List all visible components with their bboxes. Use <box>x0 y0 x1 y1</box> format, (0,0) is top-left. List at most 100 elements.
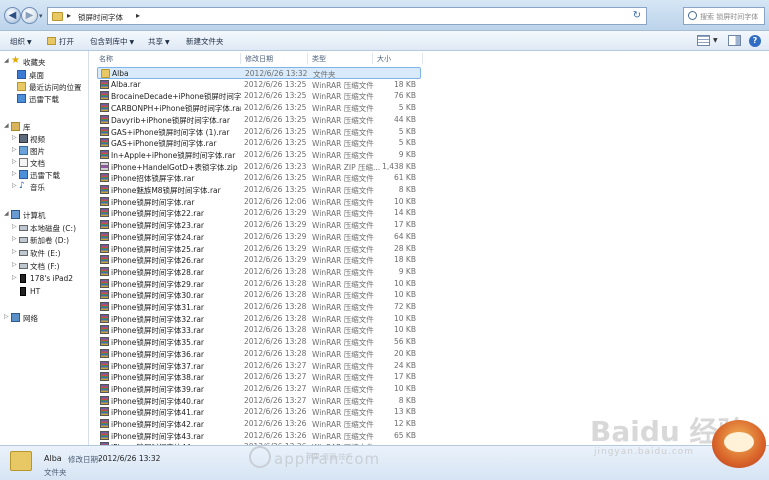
refresh-icon[interactable]: ↻ <box>630 9 644 23</box>
sidebar-item-label: 文档 (F:) <box>30 262 60 271</box>
sidebar-item-music[interactable]: ▷ ♪ 音乐 <box>0 181 88 193</box>
file-row[interactable]: iPhone锁屏时间字体28.rar 2012/6/26 13:28 WinRAR … <box>97 266 421 278</box>
file-row[interactable]: BrocaineDecade+iPhone锁屏时间字体.rar2012/6/26… <box>97 90 421 102</box>
sidebar-computer[interactable]: ◢ 计算机 <box>0 209 88 221</box>
sidebar-item-recent-places[interactable]: 最近访问的位置 <box>0 81 88 93</box>
back-button[interactable]: ◀ <box>4 7 21 24</box>
column-divider[interactable] <box>422 53 423 64</box>
file-row[interactable]: iPhone锁屏时间字体22.rar 2012/6/26 13:29 WinRAR … <box>97 207 421 219</box>
file-row[interactable]: iPhone锁屏时间字体38.rar 2012/6/26 13:27 WinRAR … <box>97 371 421 383</box>
file-row[interactable]: iPhone锁屏时间字体36.rar 2012/6/26 13:28 WinRAR … <box>97 348 421 360</box>
file-row[interactable]: iPhone锁屏时间字体26.rar 2012/6/26 13:29 WinRAR … <box>97 254 421 266</box>
column-divider[interactable] <box>307 53 308 64</box>
file-row[interactable]: iPhone锁屏时间字体37.rar 2012/6/26 13:27 WinRAR … <box>97 360 421 372</box>
file-row[interactable]: iPhone锁屏时间字体33.rar 2012/6/26 13:28 WinRAR … <box>97 324 421 336</box>
file-row[interactable]: Davyrib+iPhone锁屏时间字体.rar 2012/6/26 13:25 W… <box>97 114 421 126</box>
sidebar-item-library-xunlei[interactable]: ▷ 迅雷下载 <box>0 169 88 181</box>
sidebar-item-drive-d[interactable]: ▷ 新加卷 (D:) <box>0 234 88 246</box>
sidebar-item-label: 文档 <box>30 159 45 168</box>
file-modified: 2012/6/26 13:28 <box>244 278 307 288</box>
expand-arrow-icon[interactable]: ▷ <box>12 134 17 141</box>
file-row[interactable]: iPhone锁屏时间字体42.rar 2012/6/26 13:26 WinRAR … <box>97 418 421 430</box>
sidebar-item-desktop[interactable]: 桌面 <box>0 69 88 81</box>
rar-archive-icon <box>100 231 109 241</box>
chevron-down-icon[interactable]: ▼ <box>713 37 718 44</box>
file-row[interactable]: iPhone招体锁屏字体.rar 2012/6/26 13:25 WinRAR 压缩… <box>97 172 421 184</box>
sidebar-item-drive-f[interactable]: ▷ 文档 (F:) <box>0 260 88 272</box>
expand-arrow-icon[interactable]: ◢ <box>4 57 9 64</box>
column-divider[interactable] <box>372 53 373 64</box>
sidebar-item-drive-c[interactable]: ▷ 本地磁盘 (C:) <box>0 222 88 234</box>
change-view-icon[interactable] <box>697 35 710 46</box>
file-row[interactable]: iPhone锁屏时间字体41.rar 2012/6/26 13:26 WinRAR … <box>97 406 421 418</box>
file-row[interactable]: iPhone锁屏时间字体39.rar 2012/6/26 13:27 WinRAR … <box>97 383 421 395</box>
new-folder-button[interactable]: 新建文件夹 <box>186 36 224 47</box>
expand-arrow-icon[interactable]: ▷ <box>12 274 17 281</box>
file-modified: 2012/6/26 13:29 <box>244 208 307 218</box>
column-divider[interactable] <box>240 53 241 64</box>
file-row[interactable]: iPhone锁屏时间字体32.rar 2012/6/26 13:28 WinRAR … <box>97 313 421 325</box>
share-button[interactable]: 共享 ▼ <box>148 36 170 47</box>
rar-archive-icon <box>100 325 109 335</box>
preview-pane-icon[interactable] <box>728 35 741 46</box>
recent-pages-dropdown-icon[interactable]: ▾ <box>39 12 43 20</box>
expand-arrow-icon[interactable]: ▷ <box>4 313 9 320</box>
breadcrumb-current-folder[interactable]: 锁屏时间字体 <box>78 12 123 23</box>
file-row[interactable]: iPhone锁屏时间字体29.rar 2012/6/26 13:28 WinRAR … <box>97 278 421 290</box>
open-button[interactable]: 打开 <box>47 36 74 47</box>
file-row[interactable]: iPhone锁屏时间字体24.rar 2012/6/26 13:29 WinRAR … <box>97 231 421 243</box>
expand-arrow-icon[interactable]: ◢ <box>4 122 9 129</box>
sidebar-network[interactable]: ▷ 网络 <box>0 312 88 324</box>
file-row[interactable]: CARBONPH+iPhone锁屏时间字体.rar 2012/6/26 13:25… <box>97 102 421 114</box>
search-input[interactable]: 搜索 锁屏时间字体 <box>683 7 765 25</box>
expand-arrow-icon[interactable]: ▷ <box>12 235 17 242</box>
file-row[interactable]: In+Apple+iPhone锁屏时间字体.rar 2012/6/26 13:25… <box>97 149 421 161</box>
rar-archive-icon <box>100 372 109 382</box>
file-row[interactable]: Alba.rar 2012/6/26 13:25 WinRAR 压缩文件 18 KB <box>97 79 421 91</box>
expand-arrow-icon[interactable]: ▷ <box>12 146 17 153</box>
sidebar-item-xunlei-downloads[interactable]: 迅雷下载 <box>0 93 88 105</box>
file-row[interactable]: iPhone+HandelGotD+表锁字体.zip 2012/6/26 13:2… <box>97 161 421 173</box>
column-header-name[interactable]: 名称 <box>99 54 113 64</box>
column-header-modified[interactable]: 修改日期 <box>245 54 273 64</box>
column-header-type[interactable]: 类型 <box>312 54 326 64</box>
file-row[interactable]: iPhone魅族M8锁屏时间字体.rar 2012/6/26 13:25 WinRA… <box>97 184 421 196</box>
file-row[interactable]: GAS+iPhone锁屏时间字体 (1).rar 2012/6/26 13:25 W… <box>97 126 421 138</box>
expand-arrow-icon[interactable]: ◢ <box>4 210 9 217</box>
sidebar-item-ht[interactable]: HT <box>0 286 88 298</box>
file-row[interactable]: iPhone锁屏时间字体30.rar 2012/6/26 13:28 WinRAR … <box>97 289 421 301</box>
sidebar-item-documents[interactable]: ▷ 文档 <box>0 157 88 169</box>
file-row[interactable]: iPhone锁屏时间字体35.rar 2012/6/26 13:28 WinRAR … <box>97 336 421 348</box>
file-row[interactable]: iPhone锁屏时间字体23.rar 2012/6/26 13:29 WinRAR … <box>97 219 421 231</box>
sidebar-libraries[interactable]: ◢ 库 <box>0 121 88 133</box>
sidebar-item-drive-e[interactable]: ▷ 软件 (E:) <box>0 247 88 259</box>
file-row[interactable]: iPhone锁屏时间字体43.rar 2012/6/26 13:26 WinRAR … <box>97 430 421 442</box>
column-header-size[interactable]: 大小 <box>377 54 391 64</box>
file-row[interactable]: iPhone锁屏时间字体25.rar 2012/6/26 13:29 WinRAR … <box>97 243 421 255</box>
sidebar-favorites[interactable]: ◢ ★ 收藏夹 <box>0 55 88 68</box>
file-list: Alba 2012/6/26 13:32 文件夹 Alba.rar 2012/6/26 … <box>90 66 769 445</box>
expand-arrow-icon[interactable]: ▷ <box>12 248 17 255</box>
expand-arrow-icon[interactable]: ▷ <box>12 158 17 165</box>
file-row[interactable]: Alba 2012/6/26 13:32 文件夹 <box>97 67 421 79</box>
sidebar-item-ipad[interactable]: ▷ 178's iPad2 <box>0 273 88 285</box>
organize-button[interactable]: 组织 ▼ <box>10 36 32 47</box>
file-row[interactable]: iPhone锁屏时间字体.rar 2012/6/26 12:06 WinRAR 压缩… <box>97 196 421 208</box>
help-icon[interactable]: ? <box>749 35 761 47</box>
expand-arrow-icon[interactable]: ▷ <box>12 223 17 230</box>
breadcrumb-separator[interactable]: ▸ <box>136 11 140 20</box>
rar-archive-icon <box>100 173 109 183</box>
file-row[interactable]: iPhone锁屏时间字体31.rar 2012/6/26 13:28 WinRAR … <box>97 301 421 313</box>
expand-arrow-icon[interactable]: ▷ <box>12 261 17 268</box>
sidebar-item-label: 本地磁盘 (C:) <box>30 224 76 233</box>
expand-arrow-icon[interactable]: ▷ <box>12 182 17 189</box>
forward-button[interactable]: ▶ <box>21 7 38 24</box>
sidebar-item-videos[interactable]: ▷ 视频 <box>0 133 88 145</box>
address-bar[interactable]: ▸ 锁屏时间字体 ▸ ↻ <box>47 7 647 25</box>
file-row[interactable]: iPhone锁屏时间字体40.rar 2012/6/26 13:27 WinRAR … <box>97 395 421 407</box>
breadcrumb-separator[interactable]: ▸ <box>67 11 71 20</box>
file-row[interactable]: GAS+iPhone锁屏时间字体.rar 2012/6/26 13:25 WinRA… <box>97 137 421 149</box>
include-in-library-button[interactable]: 包含到库中 ▼ <box>90 36 134 47</box>
sidebar-item-pictures[interactable]: ▷ 图片 <box>0 145 88 157</box>
expand-arrow-icon[interactable]: ▷ <box>12 170 17 177</box>
